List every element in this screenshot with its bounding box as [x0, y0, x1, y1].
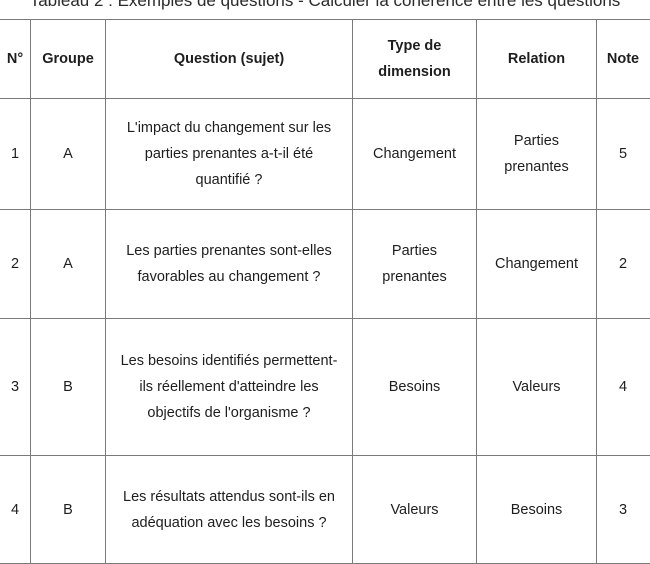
cell-type: Changement [353, 99, 477, 210]
cell-type: Parties prenantes [353, 210, 477, 319]
header-question: Question (sujet) [106, 20, 353, 99]
cell-note: 2 [597, 210, 650, 319]
cell-type: Besoins [353, 319, 477, 456]
cell-note: 4 [597, 319, 650, 456]
cell-type: Valeurs [353, 456, 477, 564]
cell-question: Les besoins identifiés permettent-ils ré… [106, 319, 353, 456]
cell-group: A [31, 210, 106, 319]
header-type: Type de dimension [353, 20, 477, 99]
table-row: 3 B Les besoins identifiés permettent-il… [0, 319, 650, 456]
cell-relation: Changement [477, 210, 597, 319]
table-header-row: N° Groupe Question (sujet) Type de dimen… [0, 20, 650, 99]
table-caption: Tableau 2 : Exemples de questions - Calc… [0, 0, 650, 11]
header-num: N° [0, 20, 31, 99]
cell-group: A [31, 99, 106, 210]
cell-relation: Besoins [477, 456, 597, 564]
cell-group: B [31, 456, 106, 564]
header-group: Groupe [31, 20, 106, 99]
cell-question: Les résultats attendus sont-ils en adéqu… [106, 456, 353, 564]
cell-relation: Parties prenantes [477, 99, 597, 210]
cell-question: L'impact du changement sur les parties p… [106, 99, 353, 210]
table-row: 4 B Les résultats attendus sont-ils en a… [0, 456, 650, 564]
cell-question: Les parties prenantes sont-elles favorab… [106, 210, 353, 319]
cell-note: 5 [597, 99, 650, 210]
header-note: Note [597, 20, 650, 99]
cell-num: 3 [0, 319, 31, 456]
cell-num: 2 [0, 210, 31, 319]
header-relation: Relation [477, 20, 597, 99]
cell-note: 3 [597, 456, 650, 564]
cell-relation: Valeurs [477, 319, 597, 456]
cell-group: B [31, 319, 106, 456]
cell-num: 1 [0, 99, 31, 210]
questions-table: N° Groupe Question (sujet) Type de dimen… [0, 19, 650, 564]
cell-num: 4 [0, 456, 31, 564]
table-row: 2 A Les parties prenantes sont-elles fav… [0, 210, 650, 319]
table-row: 1 A L'impact du changement sur les parti… [0, 99, 650, 210]
